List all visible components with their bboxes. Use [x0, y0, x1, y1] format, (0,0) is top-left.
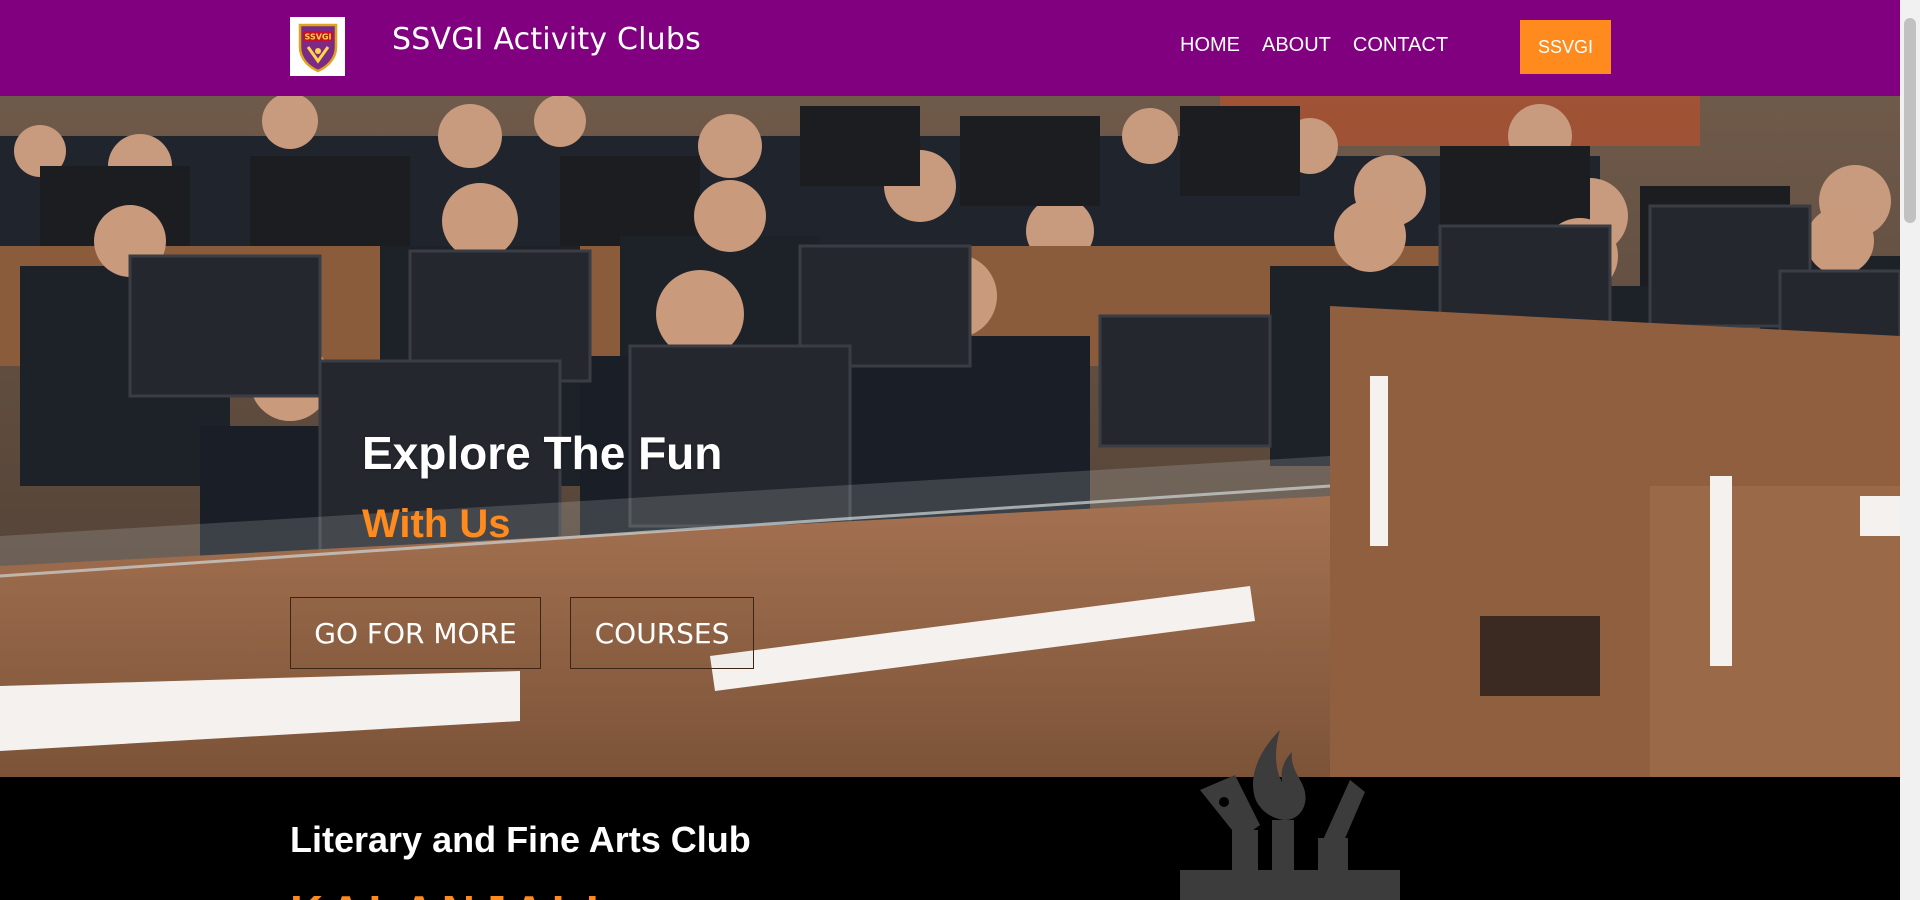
scrollbar-thumb[interactable] [1904, 18, 1916, 223]
club-section: Literary and Fine Arts Club KALANJALI [0, 777, 1900, 900]
main-nav: HOME ABOUT CONTACT [1180, 34, 1470, 57]
nav-about[interactable]: ABOUT [1262, 34, 1331, 57]
hero-title: Explore The Fun [362, 427, 723, 479]
section-title: Literary and Fine Arts Club [290, 819, 751, 860]
nav-home[interactable]: HOME [1180, 34, 1240, 57]
site-title[interactable]: SSVGI Activity Clubs [392, 22, 701, 57]
hero-subtitle: With Us [362, 502, 511, 546]
logo-text: SSVGI [304, 32, 331, 41]
students-computer-lab-photo [0, 96, 1900, 777]
top-navbar: SSVGI SSVGI Activity Clubs HOME ABOUT CO… [0, 0, 1900, 96]
nav-contact[interactable]: CONTACT [1353, 34, 1448, 57]
ssvgi-logo[interactable]: SSVGI [290, 17, 345, 76]
ssvgi-button[interactable]: SSVGI [1520, 20, 1611, 74]
section-subtitle: KALANJALI [290, 885, 605, 900]
pen-and-brush-icon [1180, 730, 1400, 900]
page-scrollbar[interactable] [1900, 0, 1920, 900]
go-for-more-button[interactable]: GO FOR MORE [290, 597, 541, 669]
courses-button[interactable]: COURSES [570, 597, 754, 669]
hero-banner: Explore The Fun With Us GO FOR MORE COUR… [0, 96, 1900, 777]
